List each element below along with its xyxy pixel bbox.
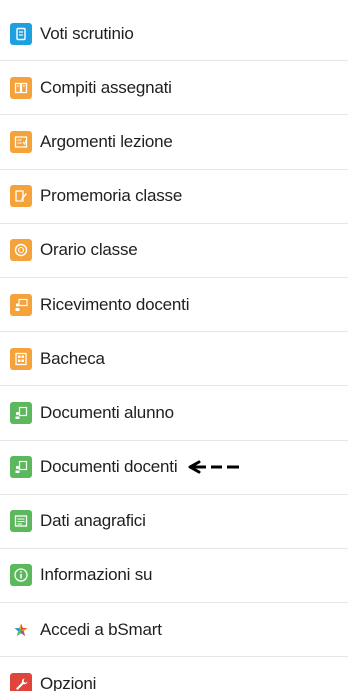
menu-item-label: Promemoria classe — [40, 186, 183, 206]
menu-item-label: Accedi a bSmart — [40, 619, 162, 639]
menu-item-ricevimento-docenti[interactable]: Ricevimento docenti — [0, 278, 348, 333]
grades-doc-icon — [10, 22, 32, 45]
wrench-icon — [10, 672, 32, 691]
menu-item-opzioni[interactable]: Opzioni — [0, 657, 348, 691]
bulletin-board-icon — [10, 347, 32, 370]
menu-item-argomenti-lezione[interactable]: Argomenti lezione — [0, 115, 348, 170]
menu-item-bacheca[interactable]: Bacheca — [0, 332, 348, 387]
menu-item-label: Informazioni su — [40, 565, 153, 585]
bsmart-star-icon — [10, 619, 32, 641]
menu-item-accedi-bsmart[interactable]: Accedi a bSmart — [0, 603, 348, 658]
left-arrow-icon — [187, 460, 243, 474]
menu-item-label: Bacheca — [40, 348, 105, 368]
teacher-board-icon — [10, 293, 32, 316]
menu-item-dati-anagrafici[interactable]: Dati anagrafici — [0, 495, 348, 549]
student-document-icon — [10, 401, 32, 424]
homework-book-icon — [10, 76, 32, 99]
menu-item-label: Documenti alunno — [40, 402, 174, 422]
menu-item-compiti-assegnati[interactable]: Compiti assegnati — [0, 61, 348, 116]
menu-item-label: Argomenti lezione — [40, 131, 173, 151]
menu-item-label: Orario classe — [40, 240, 138, 260]
menu-item-label: Dati anagrafici — [40, 511, 146, 531]
menu-item-informazioni-su[interactable]: Informazioni su — [0, 549, 348, 604]
note-pencil-icon — [10, 185, 32, 208]
profile-card-icon — [10, 510, 32, 533]
menu-item-documenti-docenti[interactable]: Documenti docenti — [0, 441, 348, 495]
side-menu: Voti scrutinio Compiti assegnati Argomen… — [0, 0, 348, 691]
menu-item-documenti-alunno[interactable]: Documenti alunno — [0, 386, 348, 441]
lesson-topics-icon — [10, 130, 32, 153]
clock-icon — [10, 239, 32, 262]
menu-item-label: Opzioni — [40, 673, 97, 691]
menu-item-label: Ricevimento docenti — [40, 294, 190, 314]
menu-item-label: Voti scrutinio — [40, 23, 134, 43]
info-icon — [10, 564, 32, 587]
menu-item-orario-classe[interactable]: Orario classe — [0, 224, 348, 278]
menu-item-voti-scrutinio[interactable]: Voti scrutinio — [0, 7, 348, 62]
menu-item-label: Compiti assegnati — [40, 77, 172, 97]
teacher-document-icon — [10, 456, 32, 479]
menu-item-label: Documenti docenti — [40, 457, 178, 477]
menu-item-promemoria-classe[interactable]: Promemoria classe — [0, 170, 348, 224]
